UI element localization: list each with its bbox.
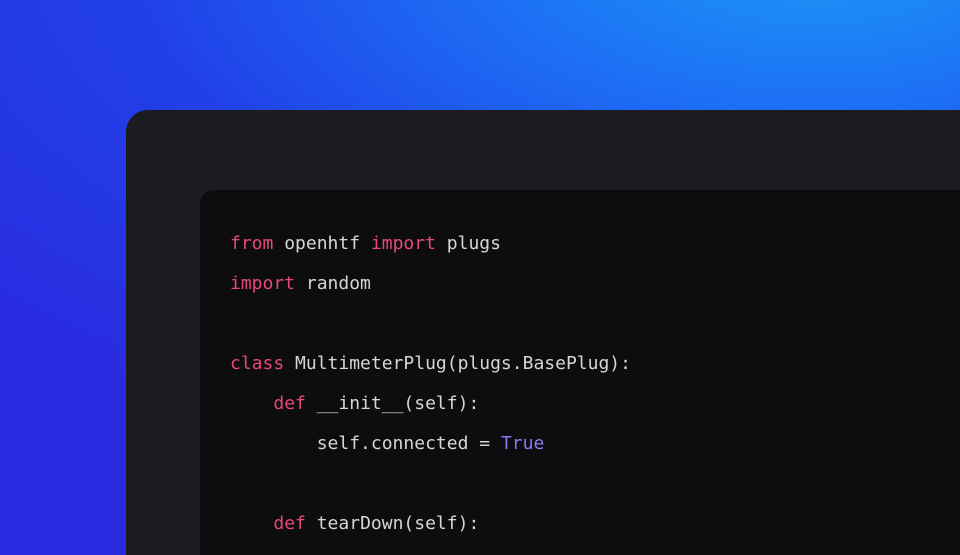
code-token: True	[501, 433, 544, 454]
code-line: import random	[230, 264, 960, 304]
code-token: from	[230, 233, 273, 254]
code-token	[284, 353, 295, 374]
code-editor: from openhtf import plugsimport random c…	[200, 190, 960, 555]
code-token: plugs	[436, 233, 501, 254]
code-line: def __init__(self):	[230, 384, 960, 424]
code-token: tearDown	[317, 513, 404, 534]
code-block: from openhtf import plugsimport random c…	[230, 224, 960, 544]
code-token: openhtf	[273, 233, 371, 254]
code-token: (self):	[403, 513, 479, 534]
code-line	[230, 304, 960, 344]
code-line: def tearDown(self):	[230, 504, 960, 544]
code-token	[230, 393, 273, 414]
code-token: __init__	[317, 393, 404, 414]
code-token: (plugs.BasePlug):	[447, 353, 631, 374]
code-token: self.connected =	[230, 433, 501, 454]
code-token: class	[230, 353, 284, 374]
code-line: class MultimeterPlug(plugs.BasePlug):	[230, 344, 960, 384]
code-token: import	[371, 233, 436, 254]
code-line: self.connected = True	[230, 424, 960, 464]
code-token	[230, 513, 273, 534]
code-token: def	[273, 393, 306, 414]
code-token: def	[273, 513, 306, 534]
code-token: import	[230, 273, 295, 294]
code-token	[306, 513, 317, 534]
code-token	[306, 393, 317, 414]
code-token: (self):	[403, 393, 479, 414]
app-window: from openhtf import plugsimport random c…	[126, 110, 960, 555]
code-token: MultimeterPlug	[295, 353, 447, 374]
code-line	[230, 464, 960, 504]
code-token: random	[295, 273, 371, 294]
code-line: from openhtf import plugs	[230, 224, 960, 264]
